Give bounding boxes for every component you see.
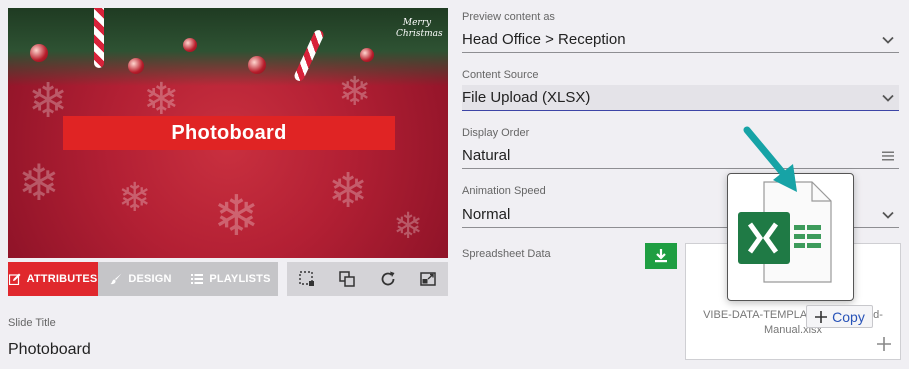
snowflake-icon: ❄	[213, 184, 260, 247]
fullscreen-button[interactable]	[416, 267, 440, 291]
copy-label: Copy	[832, 308, 865, 325]
animation-speed-value: Normal	[462, 206, 511, 223]
select-region-icon	[299, 271, 315, 286]
display-order-label: Display Order	[462, 127, 530, 139]
tab-label: ATTRIBUTES	[26, 273, 98, 285]
select-region-button[interactable]	[295, 267, 319, 291]
tab-label: DESIGN	[128, 273, 172, 285]
slide-title-field[interactable]: Photoboard	[8, 341, 91, 359]
tab-attributes[interactable]: ATTRIBUTES	[8, 262, 98, 296]
ornament-decoration	[128, 58, 144, 74]
refresh-icon	[381, 271, 395, 286]
content-source-value: File Upload (XLSX)	[462, 89, 591, 106]
slide-preview: ❄ ❄ ❄ ❄ ❄ ❄ ❄ ❄ Merry Christmas Photoboar…	[8, 8, 448, 258]
ornament-decoration	[360, 48, 374, 62]
preview-content-value: Head Office > Reception	[462, 31, 626, 48]
brush-icon	[110, 273, 122, 285]
list-icon	[191, 274, 204, 284]
plus-icon[interactable]	[876, 336, 892, 352]
display-order-value: Natural	[462, 147, 511, 164]
spreadsheet-data-label: Spreadsheet Data	[462, 248, 551, 260]
preview-content-label: Preview content as	[462, 11, 555, 23]
animation-speed-label: Animation Speed	[462, 185, 546, 197]
snowflake-icon: ❄	[338, 70, 372, 114]
fullscreen-icon	[420, 272, 436, 286]
display-order-select[interactable]: Natural	[462, 143, 899, 169]
download-icon	[655, 249, 667, 263]
chevron-down-icon	[882, 94, 894, 102]
layers-icon	[339, 271, 356, 287]
garland-decoration	[8, 8, 448, 86]
candy-cane-decoration	[94, 8, 104, 68]
preview-toolbar	[287, 262, 448, 296]
slide-title-text: Photoboard	[171, 121, 287, 144]
chevron-down-icon	[882, 211, 894, 219]
slide-title-banner: Photoboard	[63, 116, 395, 150]
annotation-arrow-icon	[743, 126, 797, 192]
download-template-button[interactable]	[645, 243, 677, 269]
chevron-down-icon	[882, 36, 894, 44]
ornament-decoration	[183, 38, 197, 52]
snowflake-icon: ❄	[393, 205, 424, 246]
content-source-label: Content Source	[462, 69, 539, 81]
tab-playlists[interactable]: PLAYLISTS	[184, 262, 278, 296]
snowflake-icon: ❄	[18, 155, 60, 211]
tab-design[interactable]: DESIGN	[98, 262, 184, 296]
layers-button[interactable]	[335, 267, 359, 291]
refresh-button[interactable]	[376, 267, 400, 291]
preview-content-select[interactable]: Head Office > Reception	[462, 27, 899, 53]
plus-icon	[815, 310, 828, 323]
snowflake-icon: ❄	[118, 176, 152, 220]
ornament-decoration	[30, 44, 48, 62]
hamburger-icon	[882, 151, 894, 160]
content-source-select[interactable]: File Upload (XLSX)	[462, 85, 899, 111]
edit-icon	[8, 273, 21, 285]
tab-label: PLAYLISTS	[209, 273, 271, 285]
slide-title-label: Slide Title	[8, 317, 56, 329]
merry-christmas-badge: Merry Christmas	[396, 18, 443, 39]
ornament-decoration	[248, 56, 266, 74]
drag-copy-indicator: Copy	[806, 305, 873, 328]
snowflake-icon: ❄	[328, 165, 369, 218]
